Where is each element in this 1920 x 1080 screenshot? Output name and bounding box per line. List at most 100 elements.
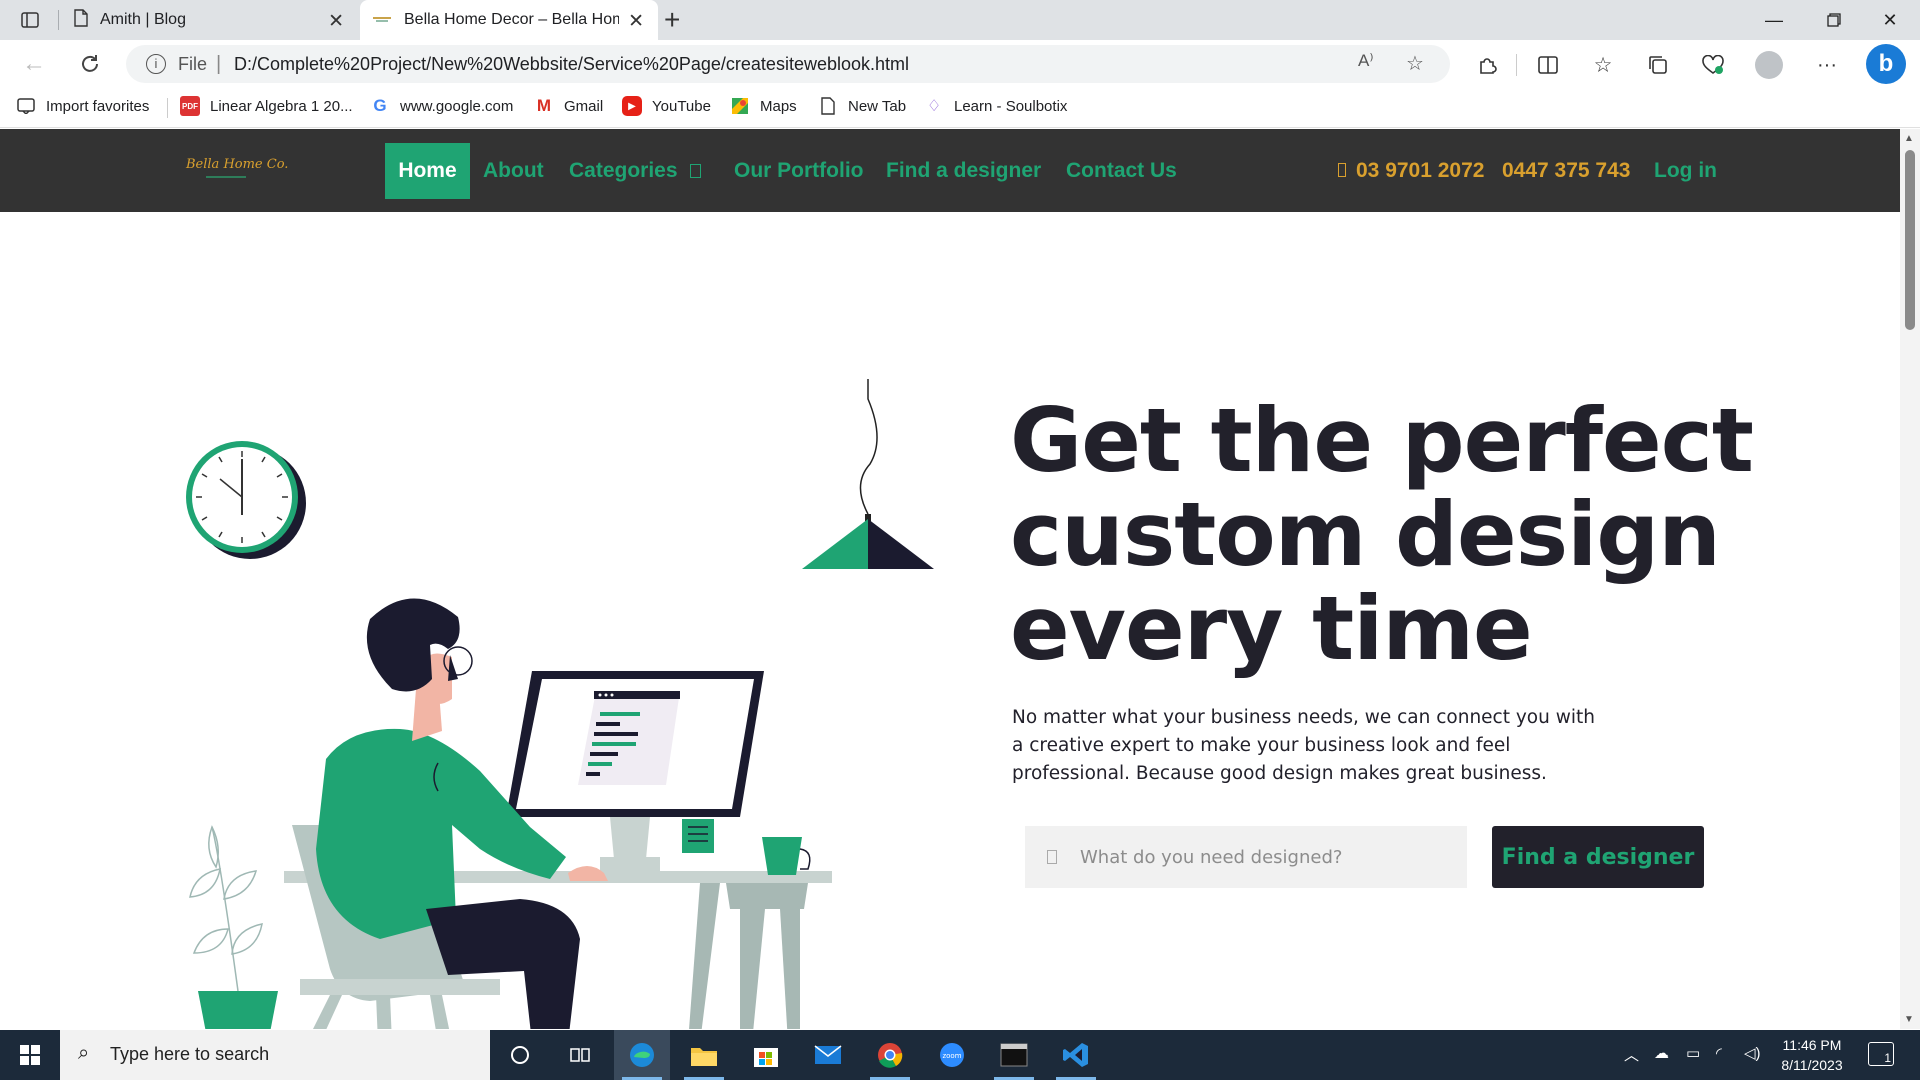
phone-link-2[interactable]: 0447 375 743 — [1502, 143, 1630, 199]
nav-portfolio[interactable]: Our Portfolio — [734, 143, 864, 199]
import-icon — [16, 96, 36, 116]
mail-icon[interactable] — [800, 1030, 856, 1080]
file-explorer-icon[interactable] — [676, 1030, 732, 1080]
tab-amith-blog[interactable]: Amith | Blog ✕ — [62, 0, 358, 40]
fav-label: Maps — [760, 97, 797, 115]
cortana-icon[interactable] — [492, 1030, 548, 1080]
maps-icon — [730, 96, 750, 116]
fav-label: Linear Algebra 1 20... — [210, 97, 353, 115]
extensions-icon[interactable] — [1472, 50, 1502, 80]
page-icon — [74, 8, 88, 32]
browser-toolbar: ← i File | D:/Complete%20Project/New%20W… — [0, 40, 1920, 88]
browser-tab-strip: Amith | Blog ✕ Bella Home Decor – Bella … — [0, 0, 1920, 40]
nav-login[interactable]: Log in — [1654, 143, 1717, 199]
notification-count: 1 — [1884, 1051, 1891, 1065]
nav-find-designer[interactable]: Find a designer — [886, 143, 1041, 199]
volume-icon[interactable]: ◁) — [1744, 1044, 1761, 1062]
tab-separator — [58, 10, 59, 30]
taskbar-search-box[interactable]: ⌕ Type here to search — [60, 1030, 490, 1080]
sticky-note-icon — [682, 819, 714, 853]
wall-clock-icon — [186, 441, 306, 559]
fav-youtube[interactable]: ▶ YouTube — [622, 96, 711, 116]
favorites-icon[interactable]: ☆ — [1588, 50, 1618, 80]
favorites-bar: Import favorites PDF Linear Algebra 1 20… — [0, 88, 1920, 128]
page-icon — [818, 96, 838, 116]
new-tab-icon[interactable]: + — [664, 4, 680, 36]
google-icon: G — [373, 96, 387, 115]
site-logo[interactable]: Bella Home Co. — [186, 157, 288, 172]
task-view-icon[interactable] — [552, 1030, 608, 1080]
design-search-input[interactable] — [1080, 826, 1450, 888]
restore-icon[interactable] — [1806, 0, 1862, 40]
nav-categories[interactable]: Categories — [569, 143, 701, 199]
zoom-icon[interactable]: zoom — [924, 1030, 980, 1080]
fav-label: Learn - Soulbotix — [954, 97, 1068, 115]
scroll-down-icon[interactable]: ▼ — [1904, 1014, 1914, 1025]
fav-gmail[interactable]: M Gmail — [534, 96, 603, 116]
tab-actions-icon[interactable] — [16, 6, 44, 34]
site-navbar: Bella Home Co. Home About Categories Our… — [0, 129, 1900, 212]
fav-label: www.google.com — [400, 97, 514, 115]
designer-illustration — [186, 379, 934, 1029]
windows-start-icon[interactable] — [0, 1030, 60, 1080]
url-scheme: File — [178, 54, 208, 74]
edge-browser-icon[interactable] — [614, 1030, 670, 1080]
fav-import-favorites[interactable]: Import favorites — [16, 96, 149, 116]
wifi-icon[interactable]: ◜ — [1716, 1044, 1722, 1062]
back-arrow-icon[interactable]: ← — [18, 48, 50, 80]
url-text[interactable]: D:/Complete%20Project/New%20Webbsite/Ser… — [234, 54, 909, 75]
close-tab-icon[interactable]: ✕ — [328, 10, 344, 33]
search-icon: ⌕ — [78, 1042, 90, 1064]
onedrive-error-icon[interactable]: ☁ — [1654, 1044, 1669, 1062]
fav-soulbotix[interactable]: ♢ Learn - Soulbotix — [924, 96, 1068, 116]
phone-link-1[interactable]: 03 9701 2072 — [1338, 143, 1484, 199]
nav-about[interactable]: About — [483, 143, 544, 199]
split-screen-icon[interactable] — [1533, 50, 1563, 80]
collections-icon[interactable] — [1643, 50, 1673, 80]
browser-essentials-icon[interactable] — [1698, 50, 1728, 80]
favorite-star-icon[interactable]: ☆ — [1406, 51, 1424, 76]
find-designer-button[interactable]: Find a designer — [1492, 826, 1704, 888]
hero-description: No matter what your business needs, we c… — [1012, 707, 1595, 784]
clock-time: 11:46 PM — [1782, 1037, 1842, 1053]
chrome-icon[interactable] — [862, 1030, 918, 1080]
close-window-icon[interactable]: ✕ — [1862, 0, 1918, 40]
youtube-icon: ▶ — [622, 96, 642, 116]
pdf-icon: PDF — [180, 96, 200, 116]
fav-new-tab[interactable]: New Tab — [818, 96, 906, 116]
phone-number-1: 03 9701 2072 — [1356, 159, 1485, 182]
tab-bella-home-decor[interactable]: Bella Home Decor – Bella Home D ✕ — [360, 0, 658, 40]
nav-contact[interactable]: Contact Us — [1066, 143, 1177, 199]
fav-linear-algebra[interactable]: PDF Linear Algebra 1 20... — [180, 96, 353, 116]
refresh-icon[interactable] — [74, 48, 106, 80]
bing-copilot-icon[interactable]: b — [1866, 44, 1906, 84]
address-bar[interactable]: i File | D:/Complete%20Project/New%20Web… — [126, 45, 1450, 83]
fav-label: YouTube — [652, 97, 711, 115]
scroll-up-icon[interactable]: ▲ — [1904, 133, 1914, 144]
close-tab-icon[interactable]: ✕ — [628, 10, 644, 33]
show-hidden-icons-icon[interactable]: ︿ — [1624, 1044, 1639, 1065]
coffee-cup-icon — [762, 837, 811, 875]
gmail-icon: M — [536, 96, 552, 115]
vscode-icon[interactable] — [1048, 1030, 1104, 1080]
terminal-icon[interactable] — [986, 1030, 1042, 1080]
tab-title: Bella Home Decor – Bella Home D — [404, 11, 619, 28]
fav-maps[interactable]: Maps — [730, 96, 797, 116]
fav-label: Import favorites — [46, 97, 150, 115]
logo-underline — [206, 176, 246, 178]
battery-icon[interactable]: ▭ — [1686, 1044, 1700, 1062]
read-aloud-icon[interactable]: A⁾ — [1358, 51, 1374, 71]
scrollbar-thumb[interactable] — [1905, 150, 1915, 330]
hanging-lamp-icon — [802, 379, 934, 569]
nav-home[interactable]: Home — [385, 143, 470, 199]
profile-avatar[interactable] — [1755, 51, 1783, 79]
microsoft-store-icon[interactable] — [738, 1030, 794, 1080]
fav-google[interactable]: G www.google.com — [370, 96, 513, 116]
notification-center-icon[interactable]: 1 — [1868, 1042, 1894, 1066]
dropdown-icon — [689, 164, 701, 178]
info-icon[interactable]: i — [146, 54, 166, 74]
system-clock[interactable]: 11:46 PM 8/11/2023 — [1772, 1035, 1852, 1075]
potted-plant-icon — [189, 825, 278, 1029]
minimize-icon[interactable]: — — [1746, 0, 1802, 40]
more-menu-icon[interactable]: ··· — [1812, 50, 1842, 80]
